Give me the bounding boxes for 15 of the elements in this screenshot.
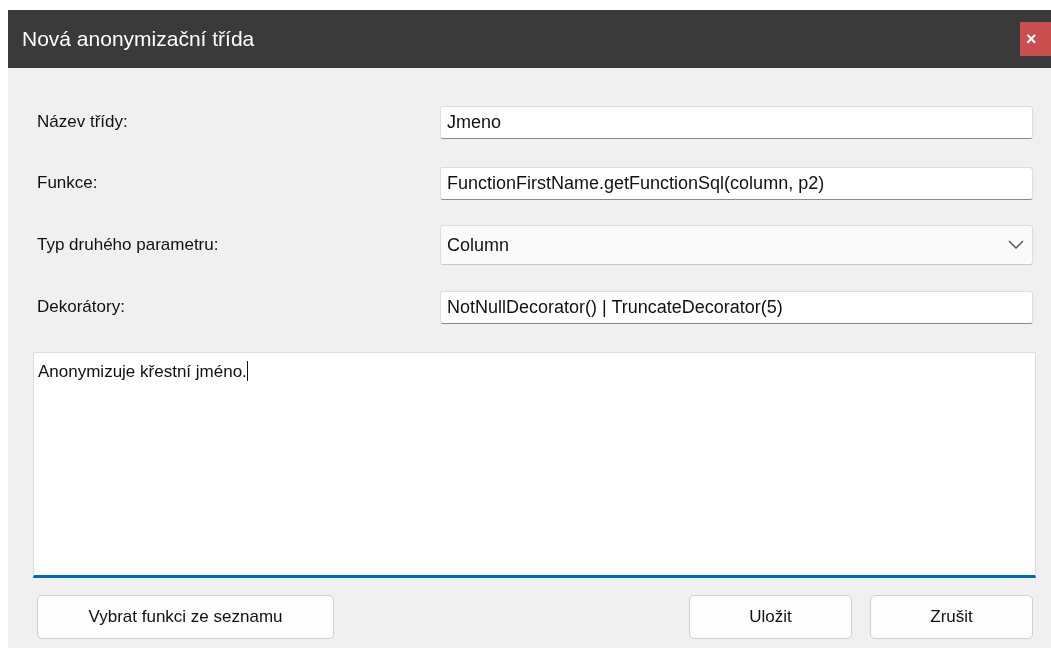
description-field[interactable]: Anonymizuje křestní jméno.: [33, 352, 1036, 578]
input-field[interactable]: NotNullDecorator() | TruncateDecorator(5): [440, 290, 1033, 324]
input-field[interactable]: Jmeno: [440, 105, 1033, 139]
field-label: Název třídy:: [36, 112, 129, 132]
window-title: Nová anonymizační třída: [22, 27, 255, 51]
select-function-button[interactable]: Vybrat funkci ze seznamu: [37, 595, 334, 639]
field-label: Funkce:: [36, 173, 99, 193]
dropdown[interactable]: Column: [440, 225, 1033, 265]
field-label: Typ druhého parametru:: [36, 235, 220, 255]
close-button[interactable]: ×: [1020, 22, 1051, 56]
save-button[interactable]: Uložit: [689, 595, 852, 639]
chevron-down-icon: [1008, 240, 1024, 250]
input-field[interactable]: FunctionFirstName.getFunctionSql(column, p2): [440, 166, 1033, 200]
field-label: Dekorátory:: [36, 297, 126, 317]
cancel-button[interactable]: Zrušit: [870, 595, 1033, 639]
